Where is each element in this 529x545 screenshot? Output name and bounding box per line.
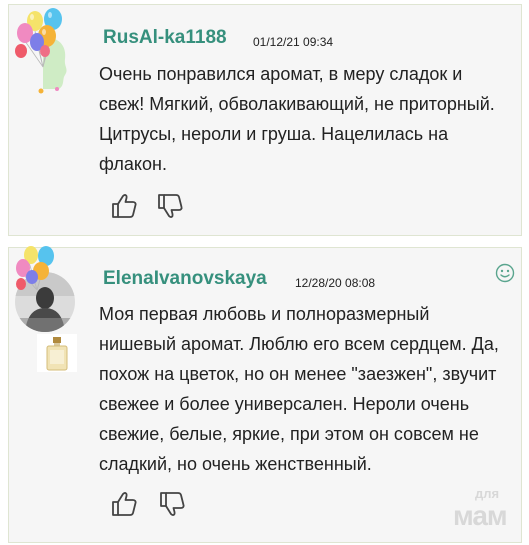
perfume-bottle-icon	[37, 334, 77, 372]
review-text: Моя первая любовь и полноразмерный нишев…	[99, 304, 499, 474]
watermark-line1: для	[475, 486, 500, 501]
dislike-button[interactable]	[157, 489, 187, 519]
review-card: RusAl-ka1188 01/12/21 09:34 Очень понрав…	[8, 4, 522, 236]
review-card: ElenaIvanovskaya 12/28/20 08:08 Моя перв…	[8, 246, 522, 543]
balloons-icon	[15, 8, 67, 94]
smile-icon	[495, 263, 515, 283]
review-datetime: 12/28/20 08:08	[295, 276, 376, 290]
like-button[interactable]	[109, 191, 139, 221]
like-icon	[112, 492, 137, 516]
review-text: Очень понравился аромат, в меру сладок и…	[99, 64, 495, 174]
reaction-button[interactable]	[495, 263, 515, 283]
watermark-line2: мам	[453, 500, 508, 531]
like-button[interactable]	[109, 489, 139, 519]
balloons-icon	[16, 246, 54, 291]
username[interactable]: RusAl-ka1188	[103, 27, 227, 49]
username[interactable]: ElenaIvanovskaya	[103, 268, 267, 290]
dislike-icon	[158, 194, 183, 218]
avatar	[13, 5, 85, 235]
site-watermark: для мам	[453, 486, 513, 538]
review-datetime: 01/12/21 09:34	[253, 35, 334, 49]
like-icon	[112, 194, 137, 218]
dislike-icon	[160, 492, 185, 516]
avatar	[13, 246, 85, 542]
dislike-button[interactable]	[155, 191, 185, 221]
